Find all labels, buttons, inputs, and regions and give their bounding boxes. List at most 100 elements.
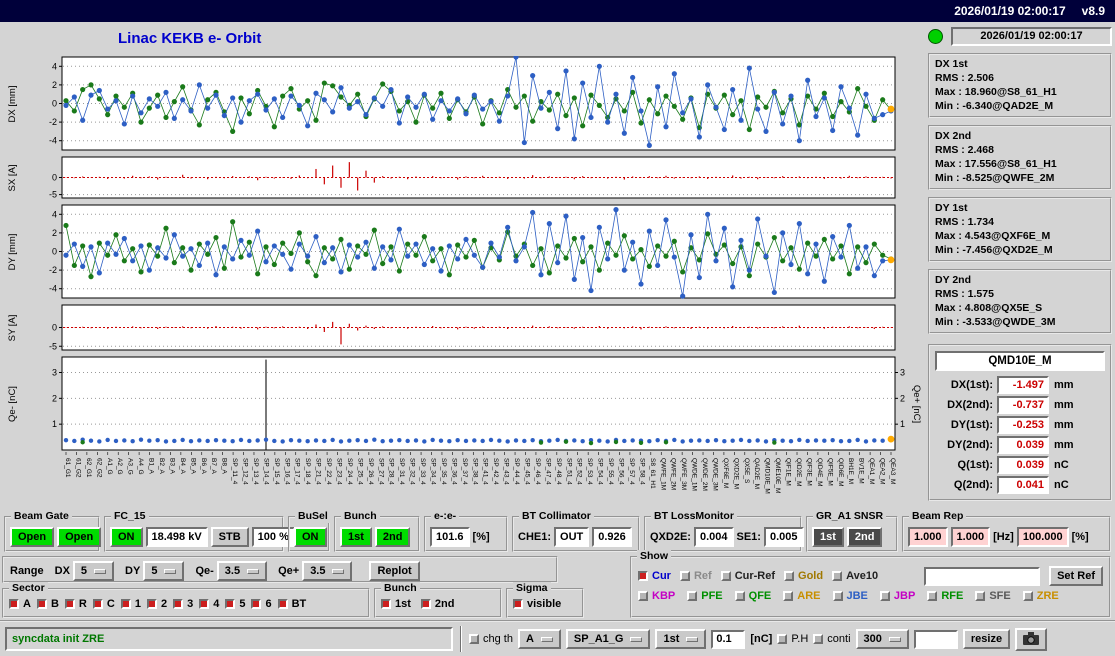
show-gold-checkbox[interactable]: Gold	[784, 570, 823, 582]
range-dx-select[interactable]: 5	[72, 561, 115, 581]
show-cur-ref-checkbox[interactable]: Cur-Ref	[720, 570, 775, 582]
gr-a1-2nd-button[interactable]: 2nd	[846, 527, 883, 547]
ph-checkbox[interactable]: P.H	[777, 633, 808, 645]
stat-group-dx-2nd: DX 2nd RMS : 2.468 Max : 17.556@S8_61_H1…	[928, 125, 1112, 190]
stat-max: Max : 4.808@QX5E_S	[935, 302, 1043, 314]
dropdown-indicator-icon	[332, 568, 345, 574]
stat-min: Min : -3.533@QWDE_3M	[935, 316, 1056, 328]
svg-text:1: 1	[900, 419, 905, 429]
range-label: Range	[10, 565, 44, 577]
dropdown-indicator-icon	[94, 568, 107, 574]
show-pfe-checkbox[interactable]: PFE	[687, 590, 723, 602]
beam-gate-frame: Beam Gate Open Open	[4, 510, 102, 552]
svg-text:QXF6E_M: QXF6E_M	[722, 458, 729, 488]
che1-position-readout: 0.926	[592, 527, 632, 547]
show-rfe-checkbox[interactable]: RFE	[927, 590, 963, 602]
bunch-1st-button[interactable]: 1st	[340, 527, 372, 547]
conti-checkbox[interactable]: conti	[813, 633, 851, 645]
svg-text:A3_G: A3_G	[127, 458, 134, 475]
set-ref-button[interactable]: Set Ref	[1049, 566, 1103, 586]
svg-text:QEA1_M: QEA1_M	[868, 458, 875, 484]
svg-text:SP_56_4: SP_56_4	[617, 458, 624, 485]
resize-button[interactable]: resize	[962, 629, 1011, 649]
svg-text:Qe+ [nC]: Qe+ [nC]	[911, 385, 922, 423]
sector-6-checkbox[interactable]: 6	[251, 598, 272, 610]
show-kbp-checkbox[interactable]: KBP	[638, 590, 675, 602]
show-ref-checkbox[interactable]: Ref	[679, 570, 712, 582]
svg-text:QWDE_1M: QWDE_1M	[691, 458, 698, 491]
bt-lossmonitor-frame: BT LossMonitor QXD2E: 0.004 SE1: 0.005	[644, 510, 804, 552]
range-dy-select[interactable]: 5	[143, 561, 185, 581]
count-input[interactable]	[913, 629, 958, 649]
element-row: Q(2nd): 0.041 nC	[935, 475, 1105, 495]
stat-group-dy-2nd: DY 2nd RMS : 1.575 Max : 4.808@QX5E_S Mi…	[928, 269, 1112, 334]
chg-th-checkbox[interactable]: chg th	[469, 633, 513, 645]
sector-5-checkbox[interactable]: 5	[225, 598, 245, 610]
bunch-order-select[interactable]: 1st	[655, 629, 707, 649]
show-ave10-checkbox[interactable]: Ave10	[832, 570, 878, 582]
sector-a-checkbox[interactable]: A	[9, 598, 31, 610]
sector-3-checkbox[interactable]: 3	[173, 598, 193, 610]
sigma-visible-checkbox[interactable]: visible	[513, 598, 561, 610]
replot-button[interactable]: Replot	[369, 561, 420, 581]
svg-text:QWFE_1M: QWFE_1M	[659, 458, 666, 490]
show-jbp-checkbox[interactable]: JBP	[879, 590, 915, 602]
element-value-readout: 0.041	[997, 476, 1049, 494]
stat-rms: RMS : 1.734	[935, 216, 994, 228]
svg-text:SP_46_4: SP_46_4	[534, 458, 541, 485]
svg-text:SP_36_4: SP_36_4	[450, 458, 457, 485]
show-frame: Show Cur Ref Cur-Ref Gold Ave10 Set Ref …	[630, 550, 1111, 618]
svg-text:QID6E_M: QID6E_M	[837, 458, 844, 487]
bunch-2nd-button[interactable]: 2nd	[374, 527, 411, 547]
svg-text:QWDE_2M: QWDE_2M	[701, 458, 708, 491]
show-are-checkbox[interactable]: ARE	[783, 590, 821, 602]
element-select[interactable]: SP_A1_G	[565, 629, 651, 649]
svg-text:QX5E_S: QX5E_S	[743, 458, 750, 484]
svg-text:SP_51_4: SP_51_4	[565, 458, 572, 485]
show-zre-checkbox[interactable]: ZRE	[1022, 590, 1059, 602]
fc15-stb-button[interactable]: STB	[210, 527, 249, 547]
show-sfe-checkbox[interactable]: SFE	[975, 590, 1011, 602]
svg-text:B6_A: B6_A	[200, 458, 207, 475]
svg-text:SP_44_4: SP_44_4	[513, 458, 520, 485]
svg-text:2: 2	[900, 393, 905, 403]
range-qe-minus-select[interactable]: 3.5	[216, 561, 268, 581]
sector-1-checkbox[interactable]: 1	[120, 598, 141, 610]
set-ref-input[interactable]	[924, 566, 1041, 586]
gr-a1-1st-button[interactable]: 1st	[812, 527, 844, 547]
svg-text:S8_61_H1: S8_61_H1	[649, 458, 656, 489]
sector-2-checkbox[interactable]: 2	[146, 598, 167, 610]
svg-text:QEA3_M: QEA3_M	[889, 458, 896, 484]
window-titlebar: 2026/01/19 02:00:17 v8.9	[0, 0, 1115, 22]
element-detail-panel: QMD10E_M DX(1st): -1.497 mm DX(2nd): -0.…	[928, 344, 1112, 501]
range-qe-plus-select[interactable]: 3.5	[302, 561, 353, 581]
beam-gate-open1-button[interactable]: Open	[10, 527, 55, 547]
sector-4-checkbox[interactable]: 4	[199, 598, 219, 610]
sector-bt-checkbox[interactable]: BT	[277, 598, 306, 610]
beam-gate-open2-button[interactable]: Open	[57, 527, 102, 547]
mode-select[interactable]: A	[517, 629, 561, 649]
element-value-readout: -0.737	[997, 396, 1049, 414]
svg-text:SP_22_4: SP_22_4	[325, 458, 332, 485]
show-jbe-checkbox[interactable]: JBE	[832, 590, 868, 602]
threshold-input[interactable]	[711, 629, 746, 649]
timestamp-readout: 2026/01/19 02:00:17	[951, 26, 1112, 46]
sector-c-checkbox[interactable]: C	[92, 598, 115, 610]
interval-select[interactable]: 300	[855, 629, 909, 649]
svg-text:SP_32_4: SP_32_4	[409, 458, 416, 485]
bunch-2nd-checkbox[interactable]: 2nd	[420, 598, 454, 610]
sector-b-checkbox[interactable]: B	[36, 598, 59, 610]
bunch-1st-checkbox[interactable]: 1st	[381, 598, 411, 610]
range-dy-label: DY	[125, 565, 141, 577]
show-cur-checkbox[interactable]: Cur	[638, 570, 671, 582]
busel-on-button[interactable]: ON	[294, 527, 327, 547]
snapshot-button[interactable]	[1015, 627, 1048, 651]
show-qfe-checkbox[interactable]: QFE	[734, 590, 771, 602]
status-message: syncdata init ZRE	[5, 627, 453, 651]
svg-text:QID4E_M: QID4E_M	[816, 458, 823, 487]
svg-text:SP_24_4: SP_24_4	[346, 458, 353, 485]
sector-r-checkbox[interactable]: R	[64, 598, 87, 610]
qxd2e-readout: 0.004	[693, 527, 734, 547]
fc15-frame: FC_15 ON 18.498 kV STB 100 %	[104, 510, 295, 552]
fc15-on-button[interactable]: ON	[110, 527, 143, 547]
